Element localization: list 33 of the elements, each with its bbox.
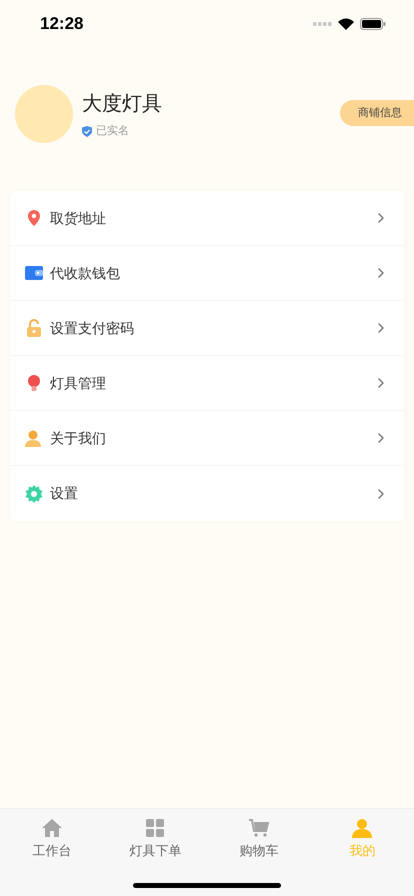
tab[interactable]: 工作台 bbox=[0, 817, 104, 860]
menu-label: 关于我们 bbox=[50, 428, 107, 448]
menu-item[interactable]: 设置 bbox=[10, 466, 404, 521]
cart-icon bbox=[248, 817, 270, 839]
unlocked-padlock-icon bbox=[25, 319, 43, 337]
light-bulb-icon bbox=[25, 374, 43, 392]
location-pin-icon bbox=[25, 209, 43, 227]
menu-item[interactable]: 灯具管理 bbox=[10, 356, 404, 411]
shop-info-button[interactable]: 商铺信息 bbox=[340, 100, 414, 126]
menu-label: 设置支付密码 bbox=[50, 318, 135, 338]
gear-icon bbox=[25, 484, 43, 502]
shop-name: 大度灯具 bbox=[82, 92, 163, 117]
home-icon bbox=[40, 817, 63, 839]
menu-label: 代收款钱包 bbox=[50, 264, 121, 282]
menu-item[interactable]: 代收款钱包 bbox=[10, 246, 404, 301]
wallet-icon bbox=[25, 264, 43, 282]
tab[interactable]: 购物车 bbox=[207, 817, 310, 860]
menu-label: 设置 bbox=[50, 484, 79, 503]
signal-icon bbox=[313, 22, 332, 26]
verified-label: 已实名 bbox=[96, 124, 129, 139]
grid-icon bbox=[144, 817, 166, 839]
person-icon bbox=[25, 429, 43, 447]
wifi-icon bbox=[338, 18, 354, 30]
menu-item[interactable]: 关于我们 bbox=[10, 411, 404, 466]
menu-item[interactable]: 设置支付密码 bbox=[10, 301, 404, 356]
menu-label: 取货地址 bbox=[50, 208, 107, 228]
menu-item[interactable]: 取货地址 bbox=[10, 191, 404, 246]
tab[interactable]: 灯具下单 bbox=[104, 817, 207, 860]
battery-icon bbox=[360, 18, 386, 30]
user-icon bbox=[351, 817, 374, 839]
verified-shield-icon bbox=[82, 126, 92, 136]
menu-label: 灯具管理 bbox=[50, 374, 107, 392]
status-time: 12:28 bbox=[40, 12, 84, 35]
